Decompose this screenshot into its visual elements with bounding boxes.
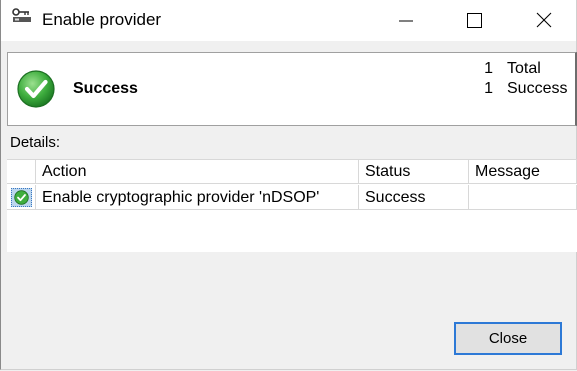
summary-status: Success	[73, 80, 138, 97]
column-header-action[interactable]: Action	[36, 160, 359, 184]
maximize-button[interactable]	[451, 0, 497, 41]
table-row-status[interactable]: Success	[359, 185, 469, 210]
total-count-label: Total	[507, 60, 541, 77]
close-window-button[interactable]	[521, 0, 567, 41]
column-header-status[interactable]: Status	[359, 160, 469, 184]
summary-panel: Success 1 Total 1 Success	[7, 52, 577, 126]
success-check-icon	[16, 69, 56, 109]
minimize-button[interactable]	[383, 0, 429, 41]
column-header-message[interactable]: Message	[469, 160, 577, 184]
success-count-label: Success	[507, 80, 568, 97]
column-header-icon[interactable]	[7, 160, 36, 184]
close-icon	[536, 12, 552, 28]
details-label: Details:	[10, 134, 61, 151]
close-button-label: Close	[488, 330, 528, 347]
table-row-icon-cell[interactable]	[7, 185, 36, 210]
success-count-row: 1 Success	[473, 80, 569, 98]
minimize-icon	[399, 20, 413, 22]
total-count-row: 1 Total	[473, 60, 569, 78]
maximize-icon	[467, 13, 482, 28]
details-grid[interactable]: Action Status Message Enable cryptograph…	[7, 159, 577, 252]
total-count-value: 1	[484, 60, 493, 77]
key-provider-icon	[11, 8, 33, 24]
window-title: Enable provider	[42, 10, 162, 29]
dialog-window: Enable provider Success 1 Total 1 Succes…	[0, 0, 577, 370]
table-row-message[interactable]	[469, 185, 577, 210]
row-selection	[11, 188, 32, 207]
success-count-value: 1	[484, 80, 493, 97]
table-row-action[interactable]: Enable cryptographic provider 'nDSOP'	[36, 185, 359, 210]
row-success-icon	[14, 190, 29, 205]
title-bar[interactable]: Enable provider	[1, 0, 576, 41]
close-button[interactable]: Close	[454, 322, 562, 355]
